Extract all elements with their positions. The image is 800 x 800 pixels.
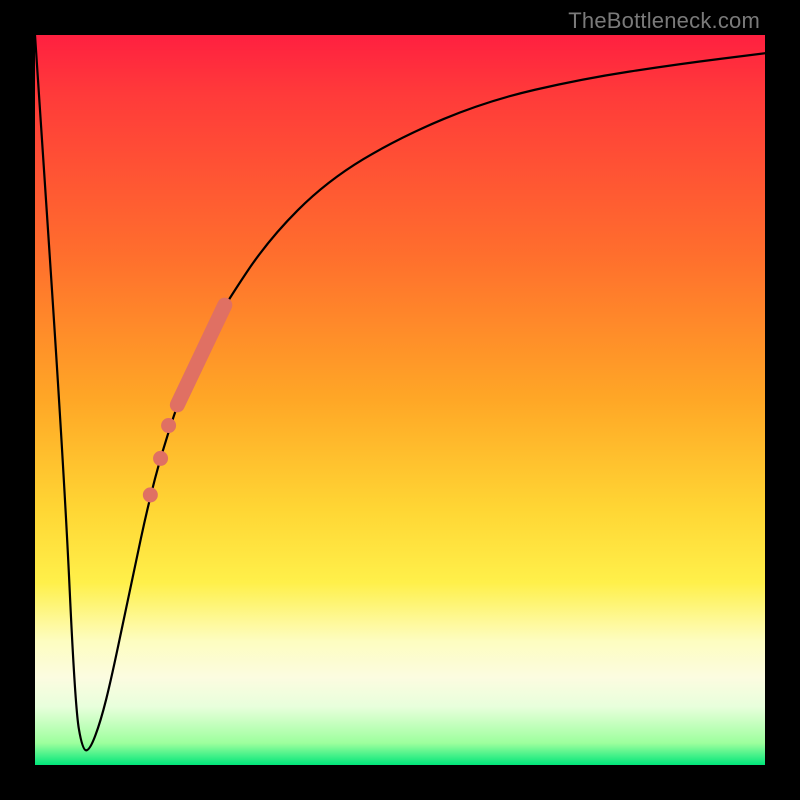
highlight-point [153,451,168,466]
highlight-points [143,418,176,502]
highlight-point [161,418,176,433]
highlight-point [143,487,158,502]
highlight-segment [177,305,224,405]
chart-frame: TheBottleneck.com [0,0,800,800]
curve-layer [35,35,765,765]
watermark-text: TheBottleneck.com [568,8,760,34]
bottleneck-curve [35,35,765,750]
plot-area [35,35,765,765]
